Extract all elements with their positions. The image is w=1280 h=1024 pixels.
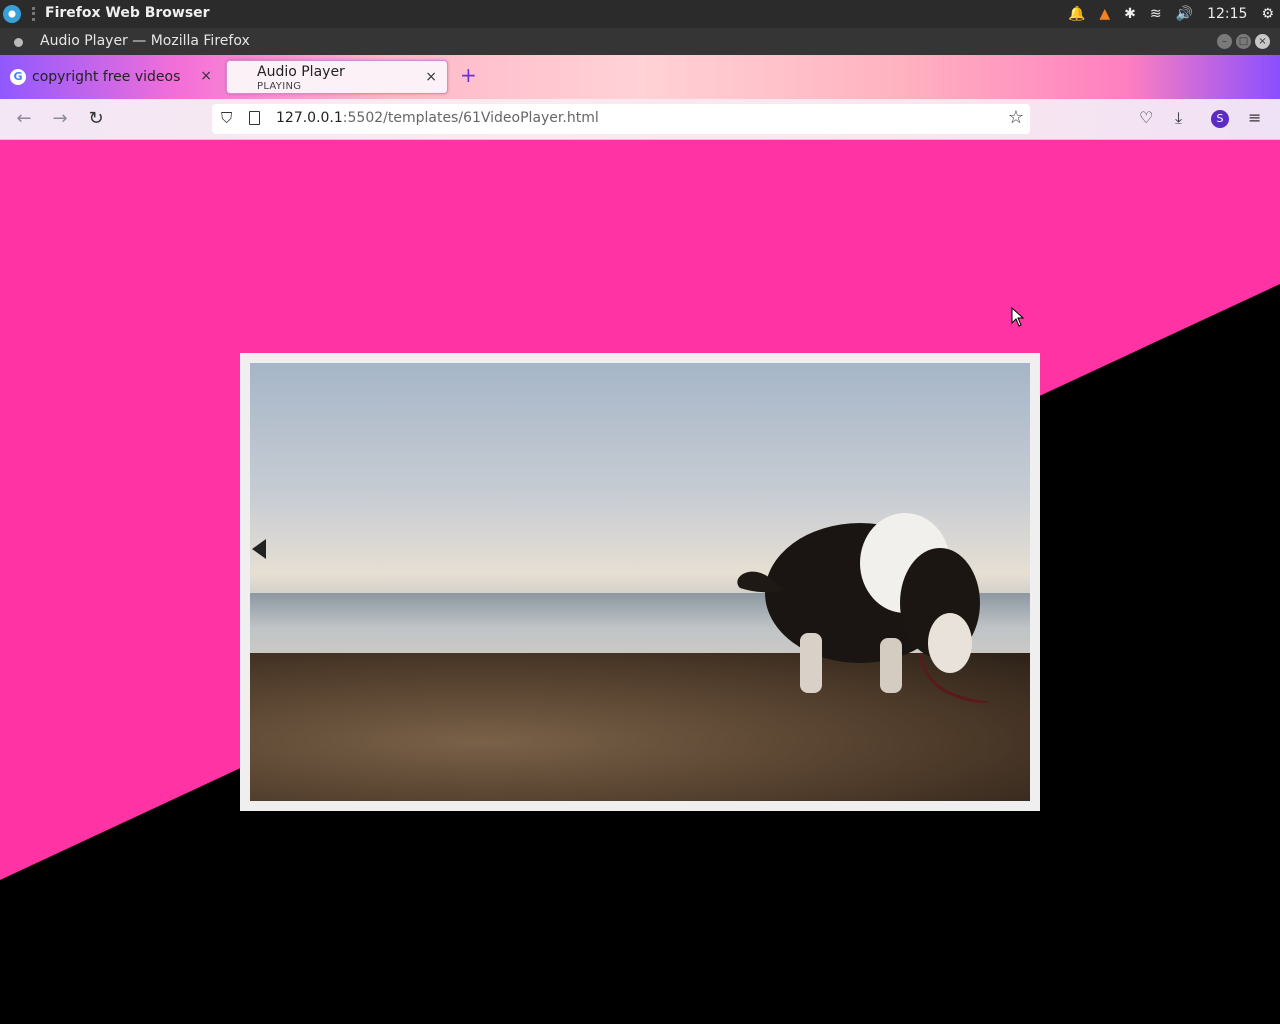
window-menu-icon[interactable] [14, 38, 23, 47]
tab-copyright-free-videos[interactable]: G copyright free videos × [0, 60, 222, 94]
hamburger-menu-icon[interactable]: ≡ [1248, 108, 1261, 127]
window-controls: – □ × [1217, 34, 1270, 49]
system-top-bar: Firefox Web Browser 🔔 ▲ ✱ ≋ 🔊 12:15 ⚙ [0, 0, 1280, 28]
url-path: :5502/templates/61VideoPlayer.html [342, 110, 599, 126]
tab-strip: G copyright free videos × Audio Player P… [0, 55, 1280, 99]
window-title: Audio Player — Mozilla Firefox [40, 33, 250, 49]
window-titlebar: Audio Player — Mozilla Firefox – □ × [0, 28, 1280, 55]
close-window-button[interactable]: × [1255, 34, 1270, 49]
tab-label: Audio Player [257, 64, 345, 80]
nav-toolbar: ← → ↻ ⛉ 127.0.0.1:5502/templates/61Video… [0, 99, 1280, 140]
system-tray: 🔔 ▲ ✱ ≋ 🔊 12:15 ⚙ [1068, 0, 1280, 28]
forward-arrow-icon[interactable]: → [49, 108, 71, 129]
page-info-icon[interactable] [249, 111, 260, 125]
url-bar[interactable]: ⛉ 127.0.0.1:5502/templates/61VideoPlayer… [212, 104, 1030, 134]
video-flag [252, 539, 266, 559]
page-content [0, 140, 1280, 1024]
new-tab-button[interactable]: + [460, 63, 477, 87]
bluetooth-icon[interactable]: ✱ [1124, 6, 1136, 22]
tab-close-icon[interactable]: × [425, 69, 437, 85]
volume-icon[interactable]: 🔊 [1176, 6, 1193, 22]
url-host: 127.0.0.1 [276, 110, 343, 126]
pocket-icon[interactable]: ♡ [1139, 108, 1153, 127]
notification-bell-icon[interactable]: 🔔 [1068, 6, 1085, 22]
url-text[interactable]: 127.0.0.1:5502/templates/61VideoPlayer.h… [276, 110, 599, 126]
tracking-shield-icon[interactable]: ⛉ [221, 109, 232, 127]
mouse-cursor-icon [1011, 307, 1025, 327]
account-avatar-icon[interactable]: S [1211, 110, 1229, 128]
tab-close-icon[interactable]: × [200, 68, 212, 84]
video-element[interactable] [250, 363, 1030, 801]
video-puppy [737, 513, 989, 703]
google-favicon-icon: G [10, 69, 26, 85]
video-player-frame [240, 353, 1040, 811]
clock[interactable]: 12:15 [1207, 6, 1247, 22]
app-menu-icon[interactable] [3, 5, 21, 23]
settings-gear-icon[interactable]: ⚙ [1261, 6, 1274, 22]
activities-dots [32, 7, 35, 21]
minimize-button[interactable]: – [1217, 34, 1232, 49]
vlc-icon[interactable]: ▲ [1099, 6, 1110, 22]
app-name[interactable]: Firefox Web Browser [45, 5, 210, 21]
tab-audio-player[interactable]: Audio Player PLAYING × [226, 60, 448, 94]
back-arrow-icon[interactable]: ← [13, 108, 35, 129]
wifi-icon[interactable]: ≋ [1150, 6, 1162, 22]
downloads-icon[interactable]: ⤓ [1175, 108, 1182, 128]
reload-icon[interactable]: ↻ [85, 108, 107, 129]
tab-label: copyright free videos [32, 69, 181, 85]
bookmark-star-icon[interactable]: ☆ [1008, 107, 1024, 128]
maximize-button[interactable]: □ [1236, 34, 1251, 49]
tab-playing-indicator[interactable]: PLAYING [257, 81, 301, 92]
